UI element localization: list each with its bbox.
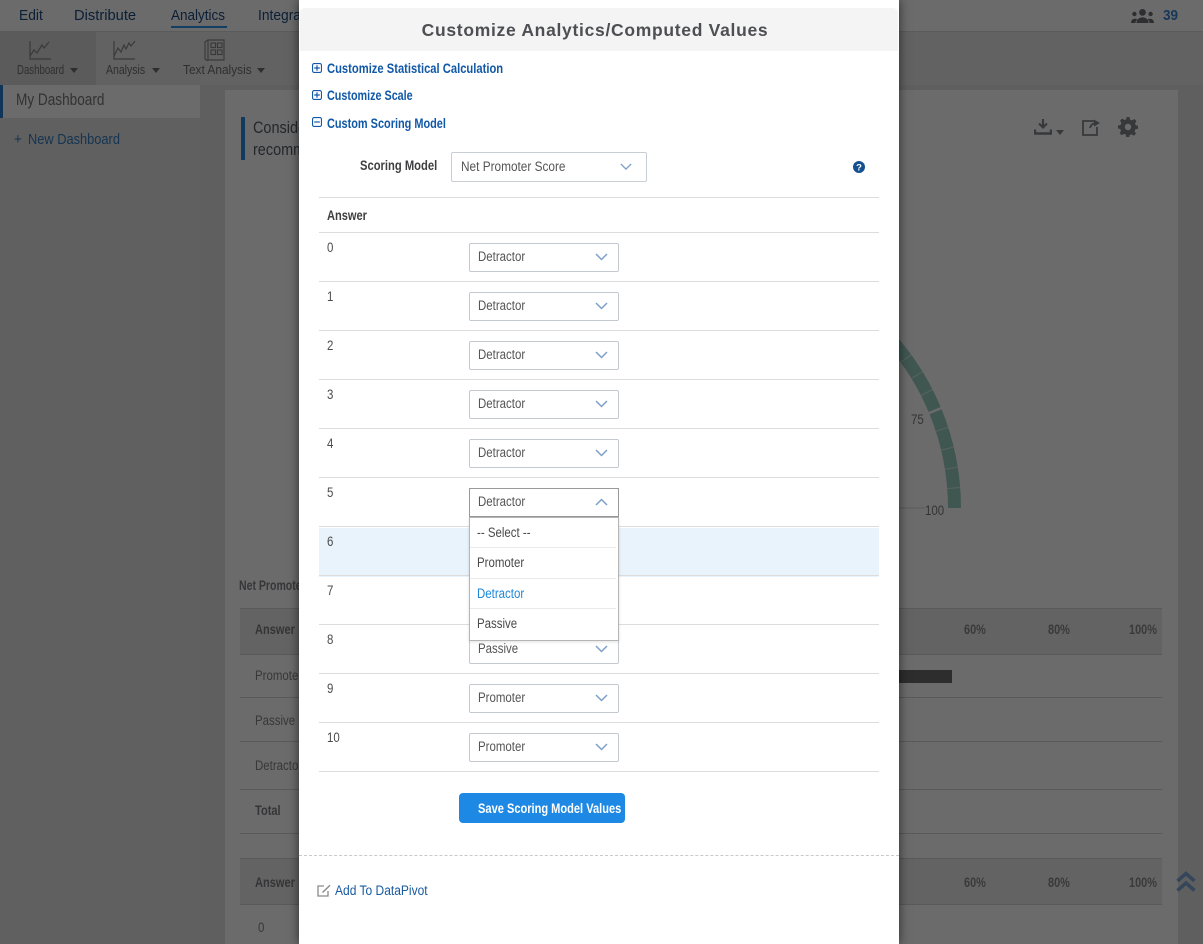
svg-text:?: ? — [856, 162, 862, 173]
